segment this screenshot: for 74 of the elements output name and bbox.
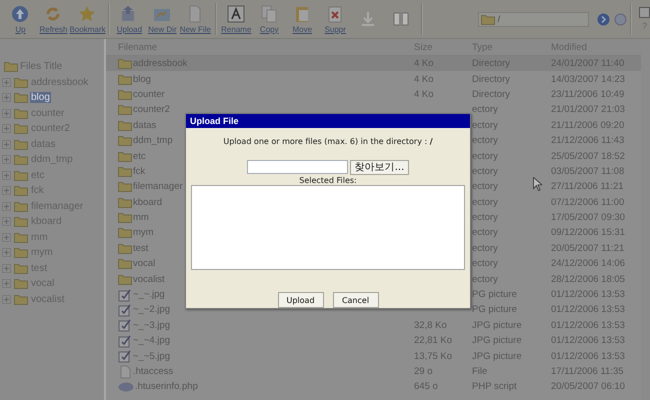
file-size: 645 o [414, 381, 438, 392]
file-size: 13,75 Ko [414, 350, 452, 362]
file-name: mm [133, 212, 149, 224]
file-size: 32,8 Ko [414, 320, 447, 331]
file-type: ectory [472, 150, 498, 162]
file-name: test [133, 242, 148, 254]
file-type: JPG picture [472, 350, 522, 362]
selected-files-label: Selected Files: [299, 176, 357, 185]
file-name: vocalist [133, 274, 165, 285]
file-size: 4 Ko [414, 88, 434, 100]
file-modified: 17/11/2006 11:35 [551, 366, 625, 377]
file-type: JPG picture [472, 335, 522, 346]
file-size: 29 o [414, 366, 432, 377]
file-name: .htaccess [133, 366, 174, 377]
file-name: vocal [133, 258, 156, 270]
file-modified: 24/12/2006 14:06 [551, 258, 626, 270]
dialog-message: Upload one or more files (max. 6) in the directory : / [223, 137, 433, 146]
file-modified: 01/12/2006 13:53 [551, 304, 626, 316]
file-modified: 01/12/2006 13:53 [551, 350, 626, 362]
file-type: Directory [472, 74, 510, 85]
file-type: PG picture [472, 304, 517, 316]
file-modified: 09/12/2006 15:31 [551, 227, 626, 238]
file-modified: 14/03/2007 14:23 [551, 74, 626, 85]
file-modified: 20/05/2007 06:10 [551, 381, 626, 392]
file-type: ectory [472, 104, 498, 116]
file-size: 4 Ko [414, 74, 434, 85]
file-modified: 01/12/2006 13:53 [551, 335, 626, 346]
file-type: ectory [472, 181, 498, 192]
file-modified: 01/12/2006 13:53 [551, 289, 626, 300]
file-name: ~_~.jpg [133, 289, 165, 300]
file-name: ~_~4.jpg [133, 335, 170, 346]
file-modified: 21/01/2007 21:03 [551, 104, 626, 116]
dialog-title: Upload File [186, 114, 470, 128]
file-type: ectory [472, 242, 498, 254]
file-type: ectory [472, 227, 498, 238]
file-modified: 21/11/2006 09:20 [551, 120, 626, 131]
file-type: File [472, 366, 488, 377]
file-type: ectory [472, 274, 498, 285]
file-type: ectory [472, 196, 498, 208]
file-modified: 17/05/2007 09:30 [551, 212, 626, 224]
file-modified: 21/12/2006 11:43 [551, 135, 626, 146]
file-type: PHP script [472, 381, 517, 392]
file-name: counter [133, 88, 165, 100]
file-name: blog [133, 74, 151, 85]
file-name: mym [133, 227, 154, 238]
file-name: kboard [133, 196, 162, 208]
file-modified: 25/05/2007 18:52 [551, 150, 626, 162]
file-type: ectory [472, 258, 498, 270]
file-name: fck [133, 166, 146, 177]
checkbox-label: ? [642, 21, 647, 31]
file-name: datas [133, 120, 156, 131]
file-type: ectory [472, 135, 498, 146]
file-type: ectory [472, 212, 498, 224]
file-name: ~_~3.jpg [133, 320, 170, 331]
file-type: ectory [472, 120, 498, 131]
file-modified: 23/11/2006 10:49 [551, 88, 626, 100]
file-modified: 28/12/2006 18:05 [551, 274, 626, 285]
file-name: etc [133, 150, 146, 162]
file-type: Directory [472, 88, 510, 100]
file-name: ddm_tmp [133, 135, 173, 146]
file-modified: 01/12/2006 13:53 [551, 320, 626, 331]
file-name: ~_~2.jpg [133, 304, 170, 316]
file-modified: 20/05/2007 11:21 [551, 242, 626, 254]
file-name: ~_~5.jpg [133, 350, 170, 362]
file-size: 22,81 Ko [414, 335, 452, 346]
file-modified: 27/11/2006 11:21 [551, 181, 625, 192]
file-type: ectory [472, 166, 498, 177]
file-name: filemanager [133, 181, 183, 192]
file-type: PG picture [472, 289, 517, 300]
file-modified: 03/05/2007 11:08 [551, 166, 626, 177]
file-name: counter2 [133, 104, 170, 116]
file-name: .htuserinfo.php [135, 381, 198, 392]
file-type: JPG picture [472, 320, 522, 331]
file-modified: 07/12/2006 11:00 [551, 196, 626, 208]
